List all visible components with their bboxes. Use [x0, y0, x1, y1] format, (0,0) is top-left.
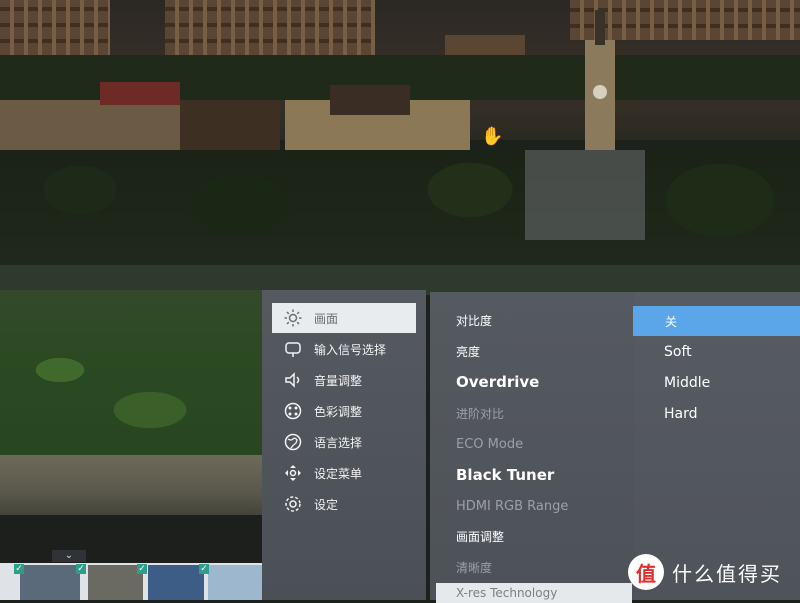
thumbnail-strip: ✓ ✓ ✓ ✓ [0, 563, 262, 600]
value-soft[interactable]: Soft [664, 338, 794, 366]
menu-item-language[interactable]: 语言选择 [272, 427, 416, 457]
sun-icon [282, 307, 304, 329]
building-windows [165, 0, 375, 55]
option-brightness[interactable]: 亮度 [456, 337, 626, 365]
color-palette-icon [282, 400, 304, 422]
value-hard[interactable]: Hard [664, 400, 794, 428]
menu-settings-icon [282, 462, 304, 484]
red-roof [100, 82, 180, 107]
option-contrast[interactable]: 对比度 [456, 306, 626, 334]
water [0, 515, 270, 565]
option-black-tuner[interactable]: Black Tuner [456, 461, 626, 489]
value-middle[interactable]: Middle [664, 369, 794, 397]
audio-icon [282, 369, 304, 391]
hand-cursor-icon: ✋ [481, 126, 504, 147]
checkbox-icon[interactable]: ✓ [76, 564, 86, 574]
roof [330, 85, 410, 115]
menu-item-setup-menu[interactable]: 设定菜单 [272, 458, 416, 488]
menu-item-label: 音量调整 [314, 373, 363, 388]
checkbox-icon[interactable]: ✓ [137, 564, 147, 574]
thumbnail[interactable] [20, 565, 80, 600]
menu-item-color[interactable]: 色彩调整 [272, 396, 416, 426]
menu-item-audio[interactable]: 音量调整 [272, 365, 416, 395]
option-sharpness[interactable]: 清晰度 [456, 553, 626, 581]
option-hdmi-rgb-range[interactable]: HDMI RGB Range [456, 492, 626, 520]
plaza [525, 150, 645, 240]
stone-wall [0, 455, 270, 520]
menu-item-label: 设定菜单 [314, 466, 363, 481]
tower-spire [595, 10, 605, 45]
house [100, 105, 190, 155]
menu-item-settings[interactable]: 设定 [272, 489, 416, 519]
thumbnail[interactable] [88, 565, 143, 600]
menu-item-picture[interactable]: 画面 [272, 303, 416, 333]
tower-clock-face [593, 85, 607, 99]
globe-icon [282, 431, 304, 453]
building-windows [0, 0, 110, 55]
watermark-text: 什么值得买 [672, 561, 782, 586]
menu-item-label: 设定 [314, 497, 339, 512]
watermark: 值 什么值得买 [628, 554, 782, 590]
grass-field [0, 290, 270, 460]
menu-item-label: 色彩调整 [314, 404, 363, 419]
option-advanced-contrast[interactable]: 进阶对比 [456, 399, 626, 427]
watermark-logo: 值 [628, 554, 664, 590]
menu-item-label: 画面 [314, 311, 339, 326]
house [0, 100, 110, 155]
input-icon [282, 338, 304, 360]
thumbnail[interactable] [148, 565, 204, 600]
menu-item-input[interactable]: 输入信号选择 [272, 334, 416, 364]
forest [0, 150, 800, 280]
gear-icon [282, 493, 304, 515]
option-overdrive[interactable]: Overdrive [456, 368, 626, 396]
checkbox-icon[interactable]: ✓ [199, 564, 209, 574]
checkbox-icon[interactable]: ✓ [14, 564, 24, 574]
chevron-down-icon[interactable]: ⌄ [52, 550, 86, 562]
value-off[interactable]: 关 [633, 306, 800, 336]
thumbnail[interactable] [208, 565, 262, 600]
option-x-res-technology[interactable]: X-res Technology [436, 583, 632, 603]
menu-item-label: 输入信号选择 [314, 342, 387, 357]
menu-item-label: 语言选择 [314, 435, 363, 450]
option-eco-mode[interactable]: ECO Mode [456, 430, 626, 458]
option-picture-adjust[interactable]: 画面调整 [456, 522, 626, 550]
